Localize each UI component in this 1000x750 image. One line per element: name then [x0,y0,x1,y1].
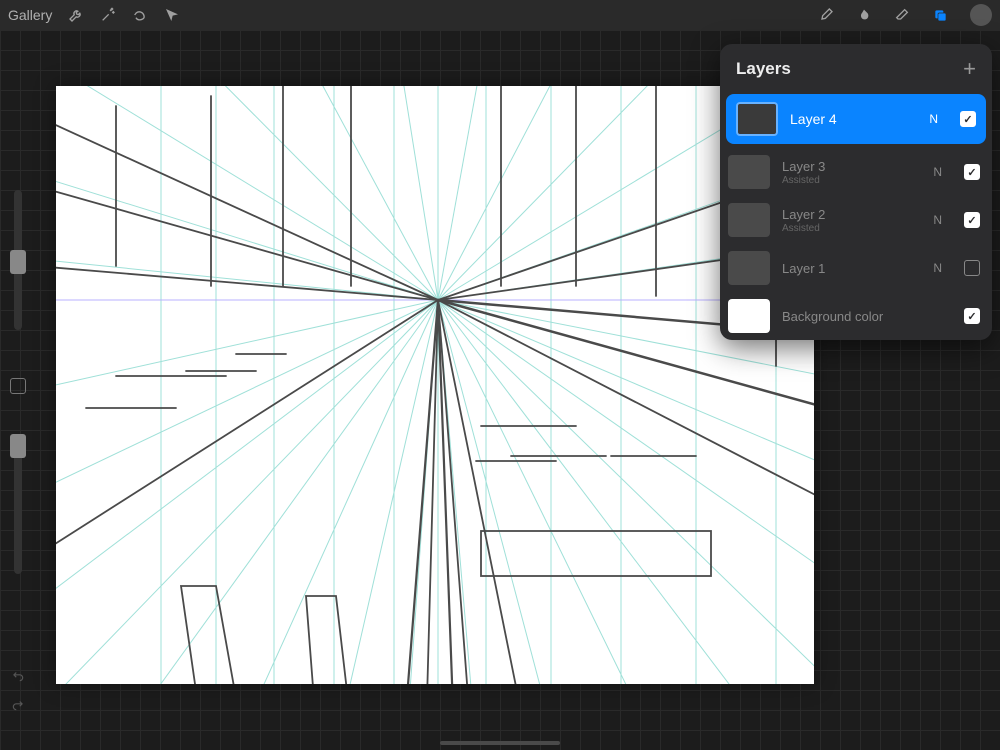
layer-info: Layer 1 [782,261,921,276]
layer-thumbnail[interactable] [728,155,770,189]
sketch-layer [56,86,814,684]
layer-thumbnail[interactable] [728,251,770,285]
layers-title: Layers [736,59,791,79]
eraser-icon[interactable] [894,7,910,23]
redo-icon[interactable] [11,698,25,717]
layer-visibility-checkbox[interactable] [964,308,980,324]
layers-list: Layer 4NLayer 3AssistedNLayer 2AssistedN… [720,94,992,340]
toolbar-left: Gallery [8,7,180,23]
toolbar-right [818,4,992,26]
side-sliders [6,190,30,717]
layer-row[interactable]: Layer 1 N [720,244,992,292]
undo-icon[interactable] [11,669,25,688]
layer-visibility-checkbox[interactable] [964,164,980,180]
layer-visibility-checkbox[interactable] [960,111,976,127]
layer-info: Layer 3Assisted [782,159,921,186]
layer-thumbnail[interactable] [728,299,770,333]
layers-icon[interactable] [932,7,948,23]
layer-name: Background color [782,309,952,324]
layer-name: Layer 3 [782,159,921,174]
layer-visibility-checkbox[interactable] [964,260,980,276]
layers-panel: Layers + Layer 4NLayer 3AssistedNLayer 2… [720,44,992,340]
layer-row[interactable]: Layer 4 N [726,94,986,144]
color-picker-dot[interactable] [970,4,992,26]
smudge-icon[interactable] [856,7,872,23]
layer-row[interactable]: Layer 3Assisted N [720,148,992,196]
layer-visibility-checkbox[interactable] [964,212,980,228]
layer-name: Layer 2 [782,207,921,222]
brush-icon[interactable] [818,7,834,23]
brush-size-thumb[interactable] [10,250,26,274]
home-indicator [440,741,560,745]
gallery-button[interactable]: Gallery [8,7,52,23]
arrow-icon[interactable] [164,7,180,23]
brush-size-slider[interactable] [14,190,22,330]
add-layer-icon[interactable]: + [963,58,976,80]
selection-icon[interactable] [132,7,148,23]
layers-header: Layers + [720,44,992,90]
wand-icon[interactable] [100,7,116,23]
layer-name: Layer 4 [790,111,917,127]
toolbar: Gallery [0,0,1000,30]
layer-name: Layer 1 [782,261,921,276]
layer-subtitle: Assisted [782,175,921,186]
layer-info: Layer 2Assisted [782,207,921,234]
layer-subtitle: Assisted [782,223,921,234]
layer-blend-mode[interactable]: N [933,213,942,227]
layer-blend-mode[interactable]: N [933,165,942,179]
modifier-button[interactable] [10,378,26,394]
layer-thumbnail[interactable] [728,203,770,237]
undo-redo-group [11,669,25,717]
layer-thumbnail[interactable] [736,102,778,136]
layer-info: Background color [782,309,952,324]
brush-opacity-slider[interactable] [14,434,22,574]
brush-opacity-thumb[interactable] [10,434,26,458]
layer-blend-mode[interactable]: N [933,261,942,275]
canvas[interactable] [56,86,814,684]
layer-blend-mode[interactable]: N [929,112,938,126]
wrench-icon[interactable] [68,7,84,23]
layer-row[interactable]: Background color [720,292,992,340]
layer-info: Layer 4 [790,111,917,127]
layer-row[interactable]: Layer 2Assisted N [720,196,992,244]
